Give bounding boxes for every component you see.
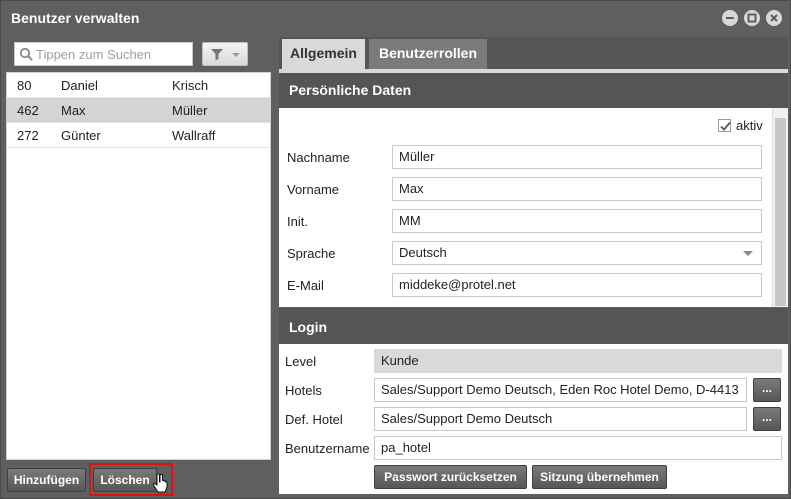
add-button[interactable]: Hinzufügen <box>7 468 86 492</box>
username-field[interactable]: pa_hotel <box>374 436 782 460</box>
checkmark-icon <box>720 121 731 131</box>
def-hotel-field[interactable]: Sales/Support Demo Deutsch <box>374 407 747 431</box>
language-select[interactable]: Deutsch <box>392 241 762 265</box>
def-hotel-label: Def. Hotel <box>285 412 343 427</box>
active-checkbox[interactable] <box>718 119 731 132</box>
user-firstname: Daniel <box>61 78 98 93</box>
firstname-field[interactable]: Max <box>392 177 762 201</box>
user-row[interactable]: 272 Günter Wallraff <box>7 123 270 148</box>
email-field[interactable]: middeke@protel.net <box>392 273 762 297</box>
firstname-label: Vorname <box>287 182 340 197</box>
lastname-label: Nachname <box>287 150 350 165</box>
personal-scrollbar[interactable] <box>772 108 788 307</box>
search-input[interactable] <box>36 45 190 63</box>
take-session-button[interactable]: Sitzung übernehmen <box>532 465 667 489</box>
language-label: Sprache <box>287 246 336 261</box>
personal-section-header: Persönliche Daten <box>279 73 788 108</box>
scroll-thumb[interactable] <box>775 118 786 306</box>
reset-password-button[interactable]: Passwort zurücksetzen <box>374 465 527 489</box>
user-firstname: Max <box>61 103 86 118</box>
user-lastname: Müller <box>172 103 208 118</box>
user-list: 80 Daniel Krisch 462 Max Müller 272 Günt… <box>6 72 271 460</box>
level-label: Level <box>285 354 317 369</box>
user-lastname: Wallraff <box>172 128 216 143</box>
login-header: Login <box>289 319 328 335</box>
title-bar[interactable]: Benutzer verwalten <box>1 1 790 35</box>
search-icon <box>19 47 33 61</box>
user-row-selected[interactable]: 462 Max Müller <box>7 98 270 123</box>
search-box <box>14 42 193 66</box>
close-icon[interactable] <box>766 10 782 26</box>
user-firstname: Günter <box>61 128 101 143</box>
hand-cursor-icon <box>153 474 168 493</box>
hotels-browse-button[interactable]: ... <box>753 378 781 402</box>
def-hotel-browse-button[interactable]: ... <box>753 407 781 431</box>
tab-general[interactable]: Allgemein <box>282 39 365 69</box>
personal-header: Persönliche Daten <box>289 82 412 98</box>
user-row[interactable]: 80 Daniel Krisch <box>7 73 270 98</box>
username-label: Benutzername <box>285 441 370 456</box>
filter-button[interactable] <box>202 42 248 66</box>
tab-bar: Allgemein Benutzerrollen <box>279 37 788 69</box>
maximize-icon[interactable] <box>744 10 760 26</box>
hotels-label: Hotels <box>285 383 322 398</box>
email-label: E-Mail <box>287 278 324 293</box>
user-id: 272 <box>17 128 39 143</box>
init-label: Init. <box>287 214 308 229</box>
user-lastname: Krisch <box>172 78 209 93</box>
hotels-field[interactable]: Sales/Support Demo Deutsch, Eden Roc Hot… <box>374 378 747 402</box>
tab-roles[interactable]: Benutzerrollen <box>369 39 487 69</box>
active-label: aktiv <box>736 118 763 133</box>
user-management-window: Benutzer verwalten 80 Daniel Krisch <box>0 0 791 499</box>
login-section-header: Login <box>279 308 788 344</box>
language-value: Deutsch <box>399 245 447 260</box>
user-id: 80 <box>17 78 32 93</box>
filter-icon <box>211 49 240 61</box>
lastname-field[interactable]: Müller <box>392 145 762 169</box>
user-id: 462 <box>17 103 39 118</box>
minimize-icon[interactable] <box>722 10 738 26</box>
level-field: Kunde <box>374 349 782 373</box>
init-field[interactable]: MM <box>392 209 762 233</box>
window-title: Benutzer verwalten <box>11 10 140 26</box>
chevron-down-icon <box>743 251 753 256</box>
